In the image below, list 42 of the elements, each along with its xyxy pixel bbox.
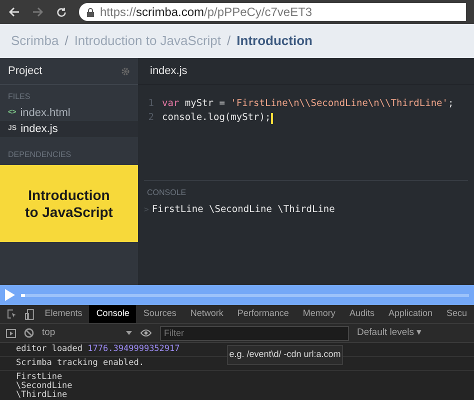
sidebar-toggle-icon[interactable]: [6, 328, 16, 338]
back-icon[interactable]: [8, 7, 20, 17]
devtools-tab[interactable]: Audits: [342, 305, 382, 323]
prompt-icon: >: [144, 204, 149, 216]
sidebar-title: Project: [8, 64, 42, 79]
code-line: console.log(myStr);: [162, 111, 271, 126]
log-message: FirstLine \SecondLine \ThirdLine: [16, 372, 72, 400]
section-label: DEPENDENCIES: [7, 149, 72, 161]
address-field[interactable]: https://scrimba.com/p/pPPeCy/c7veET3: [79, 3, 466, 21]
devtools-tab[interactable]: Memory: [296, 305, 342, 323]
devtools-tab[interactable]: Elements: [38, 305, 90, 323]
console-output: FirstLine \SecondLine \ThirdLine: [152, 203, 335, 217]
breadcrumb-separator: /: [227, 32, 231, 50]
lock-icon: [87, 8, 94, 16]
code-line: var myStr = 'FirstLine\n\\SecondLine\n\\ThirdLine';: [162, 97, 454, 112]
section-label: FILES: [7, 91, 32, 103]
context-select[interactable]: top: [42, 326, 132, 340]
inspect-icon[interactable]: [7, 309, 17, 319]
breadcrumb-link[interactable]: Introduction: [236, 31, 312, 51]
course-card[interactable]: Introduction to JavaScript: [0, 165, 138, 242]
section-label: CONSOLE: [146, 187, 188, 199]
devtools-tab[interactable]: Secu: [439, 305, 474, 323]
devtools-tab[interactable]: Performance: [230, 305, 296, 323]
device-icon[interactable]: [24, 308, 34, 320]
url-text: https://scrimba.com/p/pPPeCy/c7veET3: [100, 4, 312, 21]
devtools-tab[interactable]: Sources: [136, 305, 184, 323]
reload-icon[interactable]: [56, 6, 67, 18]
devtools-tab[interactable]: Network: [183, 305, 230, 323]
tooltip: e.g. /event\d/ -cdn url:a.com: [227, 345, 343, 365]
dropdown-icon: [126, 331, 132, 335]
eye-icon[interactable]: [140, 329, 152, 337]
progress-track[interactable]: [21, 294, 469, 296]
levels-dropdown[interactable]: Default levels ▾: [357, 326, 422, 340]
filter-field[interactable]: Filter: [160, 326, 349, 340]
editor-tab[interactable]: index.js: [150, 62, 188, 80]
log-message: Scrimba tracking enabled.: [16, 358, 144, 368]
log-message: editor loaded 1776.3949999352917: [16, 344, 180, 354]
devtools-tab[interactable]: Console: [89, 305, 136, 323]
forward-icon[interactable]: [32, 7, 44, 17]
clear-icon[interactable]: [24, 328, 34, 338]
devtools-tab[interactable]: Application: [381, 305, 440, 323]
breadcrumb-separator: /: [64, 32, 68, 50]
